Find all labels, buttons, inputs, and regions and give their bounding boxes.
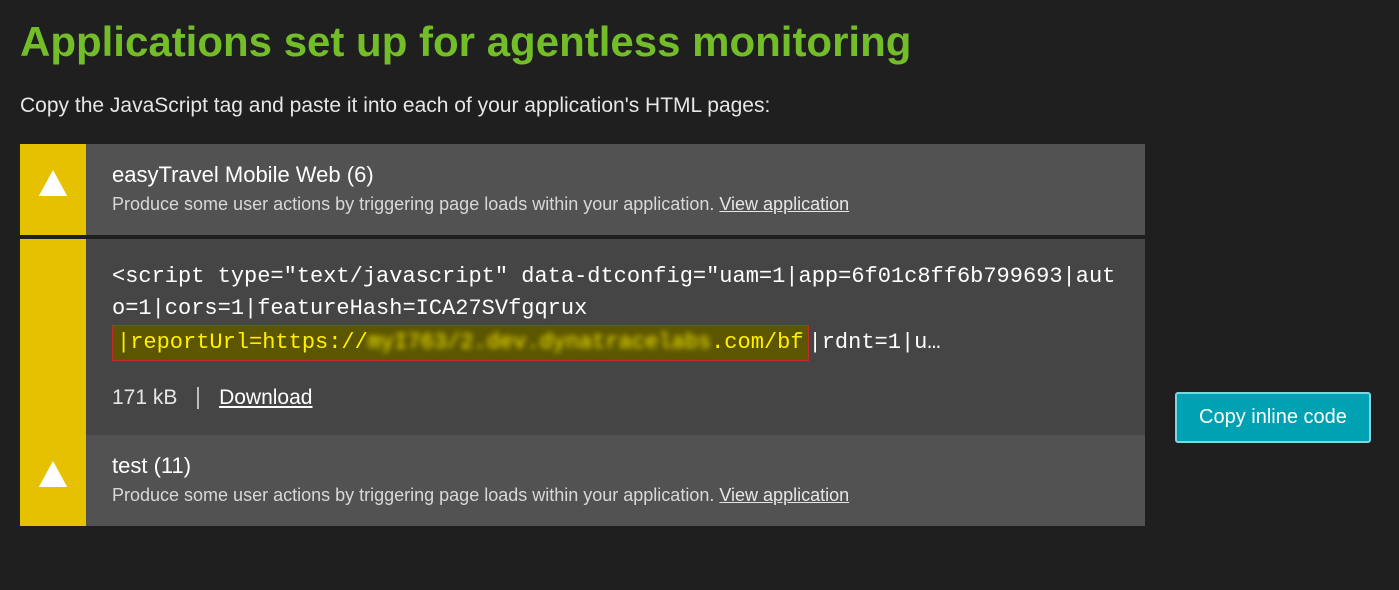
code-text-post: |rdnt=1|u… [809, 330, 941, 355]
page-title: Applications set up for agentless monito… [20, 18, 1379, 66]
code-size: 171 kB [112, 386, 177, 409]
warning-stripe [20, 144, 86, 235]
highlighted-report-url: |reportUrl=https://myI763/2.dev.dynatrac… [112, 325, 809, 361]
page-subtitle: Copy the JavaScript tag and paste it int… [20, 94, 1379, 118]
application-hint-text: Produce some user actions by triggering … [112, 194, 714, 214]
application-name: test (11) [112, 453, 1123, 479]
application-hint: Produce some user actions by triggering … [112, 194, 1123, 215]
application-row: easyTravel Mobile Web (6) Produce some u… [20, 144, 1145, 235]
application-hint: Produce some user actions by triggering … [112, 485, 1123, 506]
code-meta: 171 kB Download [112, 383, 1119, 413]
view-application-link[interactable]: View application [719, 485, 849, 505]
redacted-host: myI763/2.dev.dynatracelabs [368, 327, 711, 359]
warning-icon [38, 461, 68, 487]
applications-list: easyTravel Mobile Web (6) Produce some u… [20, 144, 1145, 530]
copy-inline-code-button[interactable]: Copy inline code [1175, 392, 1371, 443]
application-name: easyTravel Mobile Web (6) [112, 162, 1123, 188]
highlight-text: |reportUrl=https:// [117, 330, 368, 355]
code-block: <script type="text/javascript" data-dtco… [20, 239, 1145, 435]
warning-icon [38, 170, 68, 196]
code-snippet: <script type="text/javascript" data-dtco… [112, 261, 1119, 361]
highlight-tail: .com/bf [711, 330, 803, 355]
warning-stripe [20, 435, 86, 526]
application-row: test (11) Produce some user actions by t… [20, 435, 1145, 526]
code-text-pre: <script type="text/javascript" data-dtco… [112, 264, 1115, 321]
download-link[interactable]: Download [219, 386, 312, 409]
application-hint-text: Produce some user actions by triggering … [112, 485, 714, 505]
view-application-link[interactable]: View application [719, 194, 849, 214]
warning-stripe [20, 239, 86, 435]
separator [197, 387, 199, 409]
